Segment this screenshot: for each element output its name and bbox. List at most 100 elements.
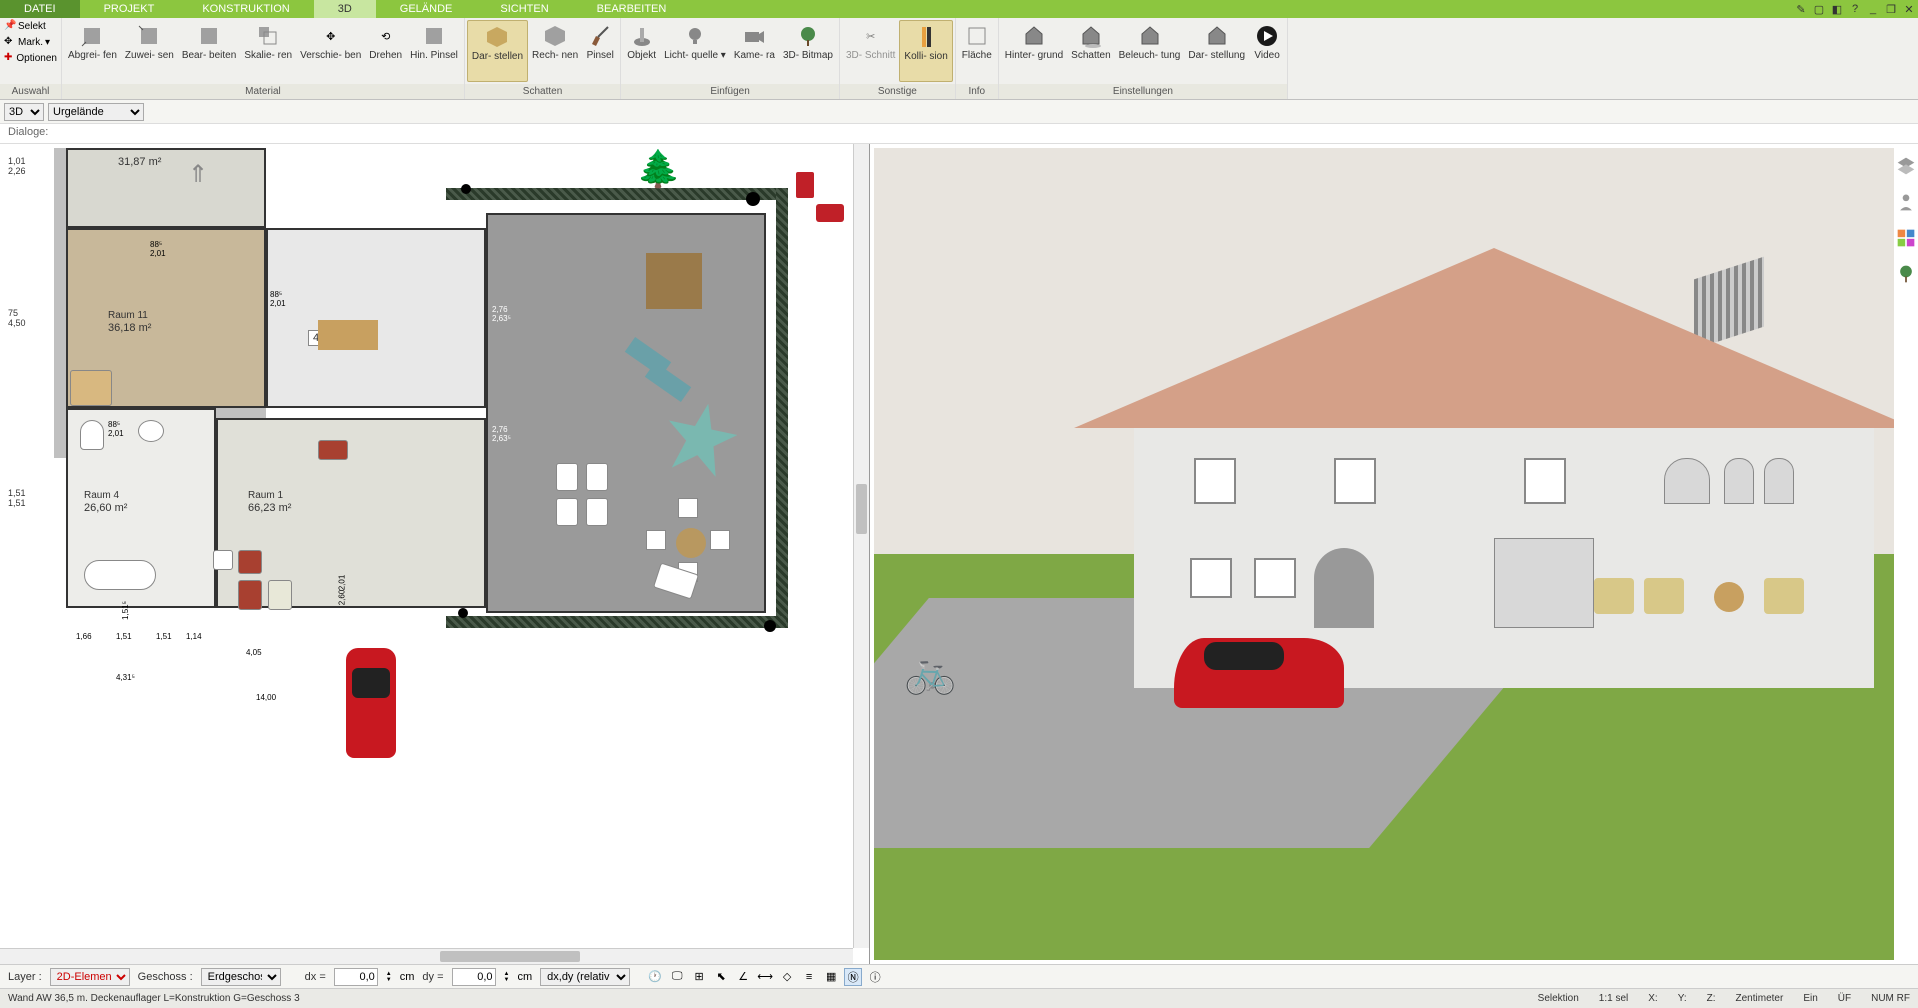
rechnen-button[interactable]: Rech- nen [528, 20, 582, 82]
handle-icon[interactable] [461, 184, 471, 194]
window-restore-icon[interactable]: ❐ [1882, 0, 1900, 18]
tab-bearbeiten[interactable]: BEARBEITEN [573, 0, 691, 18]
handle-icon[interactable] [764, 620, 776, 632]
video-button[interactable]: Video [1249, 20, 1285, 82]
furniture-icon [318, 440, 348, 460]
table-icon [268, 580, 292, 610]
room-area: 26,60 m² [84, 502, 127, 514]
scene-3d[interactable]: 🚲 [874, 148, 1894, 960]
kamera-button[interactable]: Kame- ra [730, 20, 779, 82]
objekt-button[interactable]: Objekt [623, 20, 660, 82]
chair-icon [586, 463, 608, 491]
dimension-text: 14,00 [256, 693, 276, 702]
arch-door-icon [1314, 548, 1374, 628]
zuweisen-button[interactable]: Zuwei- sen [121, 20, 178, 82]
tab-datei[interactable]: DATEI [0, 0, 80, 18]
handle-icon[interactable] [458, 608, 468, 618]
tab-3d[interactable]: 3D [314, 0, 376, 18]
handle-icon[interactable] [746, 192, 760, 206]
bitmap-button[interactable]: 3D- Bitmap [779, 20, 837, 82]
room-area: 66,23 m² [248, 502, 291, 514]
window-close-icon[interactable]: ✕ [1900, 0, 1918, 18]
hedge [446, 188, 786, 200]
room-11[interactable]: Raum 11 36,18 m² 88⁵2,01 [66, 228, 266, 408]
mark-button[interactable]: ✥Mark. ▾ [0, 34, 61, 50]
status-selektion: Selektion [1538, 993, 1579, 1004]
scrollbar-thumb[interactable] [440, 951, 580, 962]
tool-pencil-icon[interactable]: ✎ [1792, 0, 1810, 18]
bottombar-icons: 🕐 🖵 ⊞ ⬉ ∠ ⟷ ◇ ≡ ▦ Ⓝ ⓘ [646, 968, 884, 986]
hintergrund-button[interactable]: Hinter- grund [1001, 20, 1067, 82]
select-button[interactable]: 📌Selekt [0, 18, 61, 34]
dim-icon[interactable]: ⟷ [756, 968, 774, 986]
layers-icon[interactable] [1896, 156, 1916, 176]
dy-input[interactable] [452, 968, 496, 986]
drehen-button[interactable]: ⟲Drehen [365, 20, 406, 82]
snap-icon[interactable]: ⊞ [690, 968, 708, 986]
layer-select[interactable]: 2D-Elemen [50, 968, 130, 986]
tab-konstruktion[interactable]: KONSTRUKTION [178, 0, 313, 18]
floorplan-canvas[interactable]: 1,012,26 754,50 1,511,51 31,87 m² ⇑ Raum… [6, 148, 866, 918]
tool-help-icon[interactable]: ? [1846, 0, 1864, 18]
tree-tool-icon[interactable] [1896, 264, 1916, 284]
scrollbar-horizontal[interactable] [0, 948, 853, 964]
window-minimize-icon[interactable]: _ [1864, 0, 1882, 18]
beleuchtung-button[interactable]: Beleuch- tung [1115, 20, 1185, 82]
hin-pinsel-button[interactable]: Hin. Pinsel [406, 20, 462, 82]
darstellen-button[interactable]: Dar- stellen [467, 20, 528, 82]
options-button[interactable]: ✚Optionen [0, 50, 61, 66]
scrollbar-thumb[interactable] [856, 484, 867, 534]
room-3[interactable]: 45,42 m² 88⁵2,01 [266, 228, 486, 408]
person-icon[interactable] [1896, 192, 1916, 212]
darstellung-button[interactable]: Dar- stellung [1184, 20, 1249, 82]
window-icon [1254, 558, 1296, 598]
tab-projekt[interactable]: PROJEKT [80, 0, 179, 18]
verschieben-button[interactable]: ✥Verschie- ben [296, 20, 365, 82]
screen-icon[interactable]: 🖵 [668, 968, 686, 986]
view-type-select[interactable]: 3D [4, 103, 44, 121]
skalieren-button[interactable]: Skalie- ren [240, 20, 296, 82]
ribbon-group-material: Abgrei- fen Zuwei- sen Bear- beiten Skal… [62, 18, 465, 99]
ribbon-group-info: Fläche Info [956, 18, 999, 99]
room-2[interactable]: 31,87 m² ⇑ [66, 148, 266, 228]
window-icon [1190, 558, 1232, 598]
north-icon[interactable]: Ⓝ [844, 968, 862, 986]
color-grid-icon[interactable] [1896, 228, 1916, 248]
content: 1,012,26 754,50 1,511,51 31,87 m² ⇑ Raum… [0, 144, 1918, 964]
lichtquelle-button[interactable]: Licht- quelle ▾ [660, 20, 730, 82]
car-icon [346, 648, 396, 758]
dimension-text: 4,05 [246, 648, 262, 657]
lines-icon[interactable]: ≡ [800, 968, 818, 986]
dimension-text: 1,51⁵ [121, 601, 130, 620]
tab-sichten[interactable]: SICHTEN [476, 0, 572, 18]
tool-palette-icon[interactable]: ◧ [1828, 0, 1846, 18]
chair-icon [556, 498, 578, 526]
hedge [776, 188, 788, 628]
cursor-icon[interactable]: ⬉ [712, 968, 730, 986]
info-icon[interactable]: ⓘ [866, 968, 884, 986]
pinsel-button[interactable]: Pinsel [582, 20, 618, 82]
room-4[interactable]: Raum 4 26,60 m² 88⁵2,01 [66, 408, 216, 608]
abgreifen-button[interactable]: Abgrei- fen [64, 20, 121, 82]
arch-window-icon [1724, 458, 1754, 504]
room-1[interactable]: Raum 1 66,23 m² [216, 418, 486, 608]
flaeche-button[interactable]: Fläche [958, 20, 996, 82]
rotate-snap-icon[interactable]: ◇ [778, 968, 796, 986]
tool-box-icon[interactable]: ▢ [1810, 0, 1828, 18]
dx-input[interactable] [334, 968, 378, 986]
geschoss-select[interactable]: Erdgeschos [201, 968, 281, 986]
dx-label: dx = [305, 971, 326, 983]
terrain-select[interactable]: Urgelände [48, 103, 144, 121]
clock-icon[interactable]: 🕐 [646, 968, 664, 986]
view-3d[interactable]: 🚲 [870, 144, 1918, 964]
schatten-einst-button[interactable]: Schatten [1067, 20, 1114, 82]
scrollbar-vertical[interactable] [853, 144, 869, 948]
schnitt-button[interactable]: ✂3D- Schnitt [842, 20, 899, 82]
bearbeiten-button[interactable]: Bear- beiten [178, 20, 240, 82]
relative-select[interactable]: dx,dy (relativ ka [540, 968, 630, 986]
tab-gelaende[interactable]: GELÄNDE [376, 0, 477, 18]
angle-icon[interactable]: ∠ [734, 968, 752, 986]
view-2d[interactable]: 1,012,26 754,50 1,511,51 31,87 m² ⇑ Raum… [0, 144, 870, 964]
grid-icon[interactable]: ▦ [822, 968, 840, 986]
kollision-button[interactable]: Kolli- sion [899, 20, 952, 82]
